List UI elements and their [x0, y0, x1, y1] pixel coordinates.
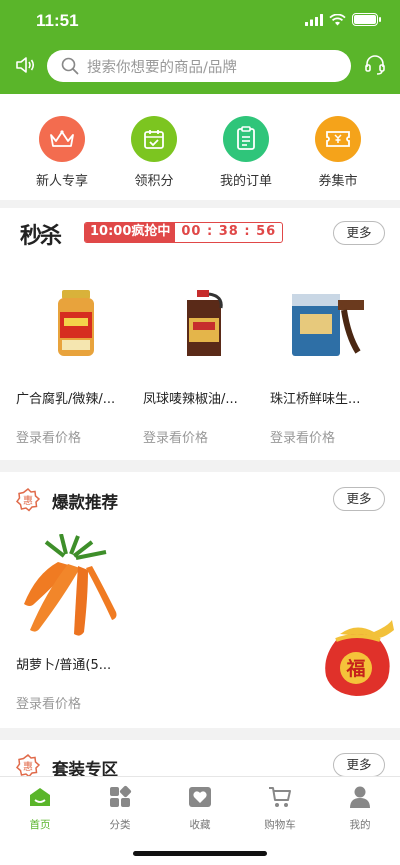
- tab-profile[interactable]: 我的: [330, 785, 390, 832]
- speaker-icon[interactable]: [14, 54, 36, 76]
- chili-oil-bottle-image: [179, 286, 259, 364]
- product-name: 珠江桥鲜味生...: [270, 392, 361, 407]
- quick-nav-orders[interactable]: 我的订单: [206, 116, 286, 189]
- crown-icon: [39, 116, 85, 162]
- svg-text:惠: 惠: [23, 494, 33, 507]
- quick-nav-label: 券集市: [318, 174, 358, 189]
- hot-section: 惠 爆款推荐 更多 胡萝卜/普通(5... 登录看价格 福: [0, 472, 400, 728]
- search-input[interactable]: 搜索你想要的商品/品牌: [47, 50, 351, 82]
- bundle-more-button[interactable]: 更多: [333, 753, 385, 777]
- product-price: 登录看价格: [16, 697, 82, 712]
- countdown-time: 00 : 38 : 56: [181, 224, 277, 239]
- tab-favorites[interactable]: 收藏: [170, 785, 230, 832]
- quick-nav-coupons[interactable]: 券集市: [298, 116, 378, 189]
- cart-icon: [269, 787, 291, 807]
- product-name: 凤球唛辣椒油/...: [143, 392, 238, 407]
- tab-home[interactable]: 首页: [10, 785, 70, 832]
- status-icons: [305, 13, 381, 26]
- countdown-timer: 10:00疯抢中 00 : 38 : 56: [84, 222, 284, 243]
- battery-icon: [352, 13, 381, 26]
- section-title: 爆款推荐: [52, 493, 118, 512]
- product-price: 登录看价格: [270, 431, 336, 446]
- signal-icon: [305, 13, 323, 26]
- tab-label: 首页: [29, 819, 51, 831]
- status-time: 11:51: [36, 11, 79, 30]
- category-icon: [110, 785, 132, 807]
- carrots-image: [16, 533, 126, 642]
- search-placeholder: 搜索你想要的商品/品牌: [87, 59, 237, 76]
- soy-sauce-tin-image: [288, 286, 368, 364]
- tab-cart[interactable]: 购物车: [250, 785, 310, 832]
- calendar-check-icon: [131, 116, 177, 162]
- product-card[interactable]: 珠江桥鲜味生... 登录看价格: [270, 286, 390, 446]
- heart-icon: [189, 787, 211, 807]
- discount-badge-icon: 惠: [16, 488, 40, 512]
- fermented-tofu-jar-image: [52, 286, 132, 364]
- product-price: 登录看价格: [143, 431, 209, 446]
- wifi-icon: [329, 13, 346, 25]
- tab-label: 购物车: [264, 819, 296, 831]
- header: 11:51 搜索你想要的商品/品牌: [0, 0, 400, 94]
- countdown-label: 10:00疯抢中: [85, 223, 176, 242]
- tab-label: 分类: [109, 819, 131, 831]
- clipboard-icon: [223, 116, 269, 162]
- user-icon: [350, 786, 370, 808]
- product-price: 登录看价格: [16, 431, 82, 446]
- home-indicator: [133, 851, 267, 856]
- bundle-section: 惠 套装专区 更多: [0, 740, 400, 780]
- quick-nav-label: 新人专享: [35, 174, 88, 189]
- ticket-icon: [315, 116, 361, 162]
- seckill-more-button[interactable]: 更多: [333, 221, 385, 245]
- home-icon: [30, 788, 50, 806]
- tab-category[interactable]: 分类: [90, 785, 150, 832]
- seckill-section: 秒杀 10:00疯抢中 00 : 38 : 56 更多 广合腐乳/微辣/... …: [0, 208, 400, 460]
- svg-text:惠: 惠: [23, 760, 33, 773]
- hot-more-button[interactable]: 更多: [333, 487, 385, 511]
- quick-nav: 新人专享 领积分 我的订单 券集市: [0, 94, 400, 200]
- discount-badge-icon: 惠: [16, 754, 40, 778]
- tab-label: 收藏: [189, 819, 211, 831]
- headset-icon[interactable]: [364, 54, 386, 76]
- seckill-logo: 秒杀: [20, 223, 62, 249]
- status-bar: 11:51: [0, 0, 400, 44]
- product-card[interactable]: 广合腐乳/微辣/... 登录看价格: [16, 286, 136, 446]
- quick-nav-new-user[interactable]: 新人专享: [22, 116, 102, 189]
- product-card[interactable]: 凤球唛辣椒油/... 登录看价格: [143, 286, 263, 446]
- quick-nav-points[interactable]: 领积分: [114, 116, 194, 189]
- product-name: 胡萝卜/普通(5...: [16, 658, 112, 673]
- fu-character: 福: [345, 657, 365, 680]
- lucky-bag-float-button[interactable]: 福: [318, 616, 396, 700]
- tab-label: 我的: [349, 819, 371, 831]
- quick-nav-label: 领积分: [134, 174, 174, 189]
- product-name: 广合腐乳/微辣/...: [16, 392, 116, 407]
- quick-nav-label: 我的订单: [219, 174, 272, 189]
- search-icon: [61, 57, 79, 75]
- product-card[interactable]: 胡萝卜/普通(5... 登录看价格: [16, 533, 146, 712]
